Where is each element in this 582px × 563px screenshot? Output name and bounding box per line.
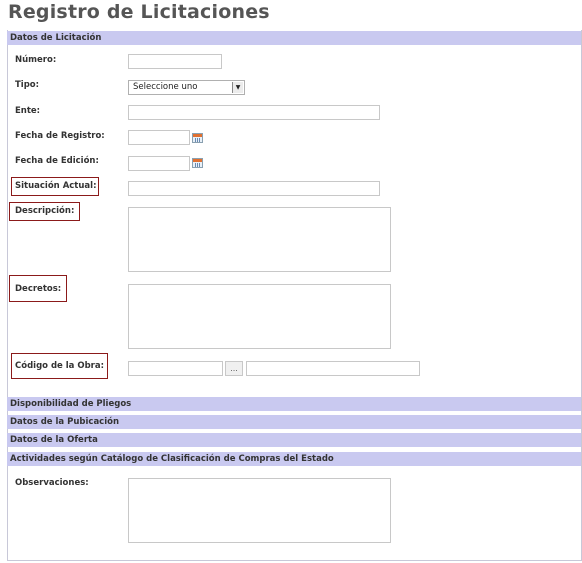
codigo-obra-description-input[interactable]: [246, 361, 420, 376]
descripcion-label: Descripción:: [15, 206, 75, 216]
calendar-icon[interactable]: [192, 158, 203, 168]
numero-label: Número:: [15, 55, 57, 65]
section-datos-oferta[interactable]: Datos de la Oferta: [7, 433, 581, 447]
decretos-label: Decretos:: [15, 284, 62, 294]
decretos-textarea[interactable]: [128, 284, 391, 349]
fecha-registro-input[interactable]: [128, 130, 190, 145]
situacion-actual-input[interactable]: [128, 181, 380, 196]
section-disponibilidad-pliegos[interactable]: Disponibilidad de Pliegos: [7, 397, 581, 411]
codigo-obra-lookup-button[interactable]: ...: [225, 361, 243, 376]
observaciones-label: Observaciones:: [15, 478, 89, 488]
ente-label: Ente:: [15, 106, 41, 116]
tipo-label: Tipo:: [15, 80, 40, 90]
tipo-select-value: Seleccione uno: [133, 82, 198, 92]
fecha-edicion-input[interactable]: [128, 156, 190, 171]
observaciones-textarea[interactable]: [128, 478, 391, 543]
section-datos-publicacion[interactable]: Datos de la Pubicación: [7, 415, 581, 429]
situacion-actual-label: Situación Actual:: [15, 181, 97, 191]
codigo-obra-label: Código de la Obra:: [15, 361, 105, 371]
codigo-obra-input[interactable]: [128, 361, 223, 376]
ente-input[interactable]: [128, 105, 380, 120]
tipo-select[interactable]: Seleccione uno ▼: [128, 80, 245, 95]
section-datos-licitacion[interactable]: Datos de Licitación: [7, 31, 581, 45]
descripcion-textarea[interactable]: [128, 207, 391, 272]
fecha-edicion-label: Fecha de Edición:: [15, 156, 99, 166]
numero-input[interactable]: [128, 54, 222, 69]
calendar-icon[interactable]: [192, 133, 203, 143]
fecha-registro-label: Fecha de Registro:: [15, 131, 105, 141]
page-title: Registro de Licitaciones: [8, 1, 270, 23]
section-actividades[interactable]: Actividades según Catálogo de Clasificac…: [7, 452, 581, 466]
chevron-down-icon: ▼: [232, 82, 243, 93]
